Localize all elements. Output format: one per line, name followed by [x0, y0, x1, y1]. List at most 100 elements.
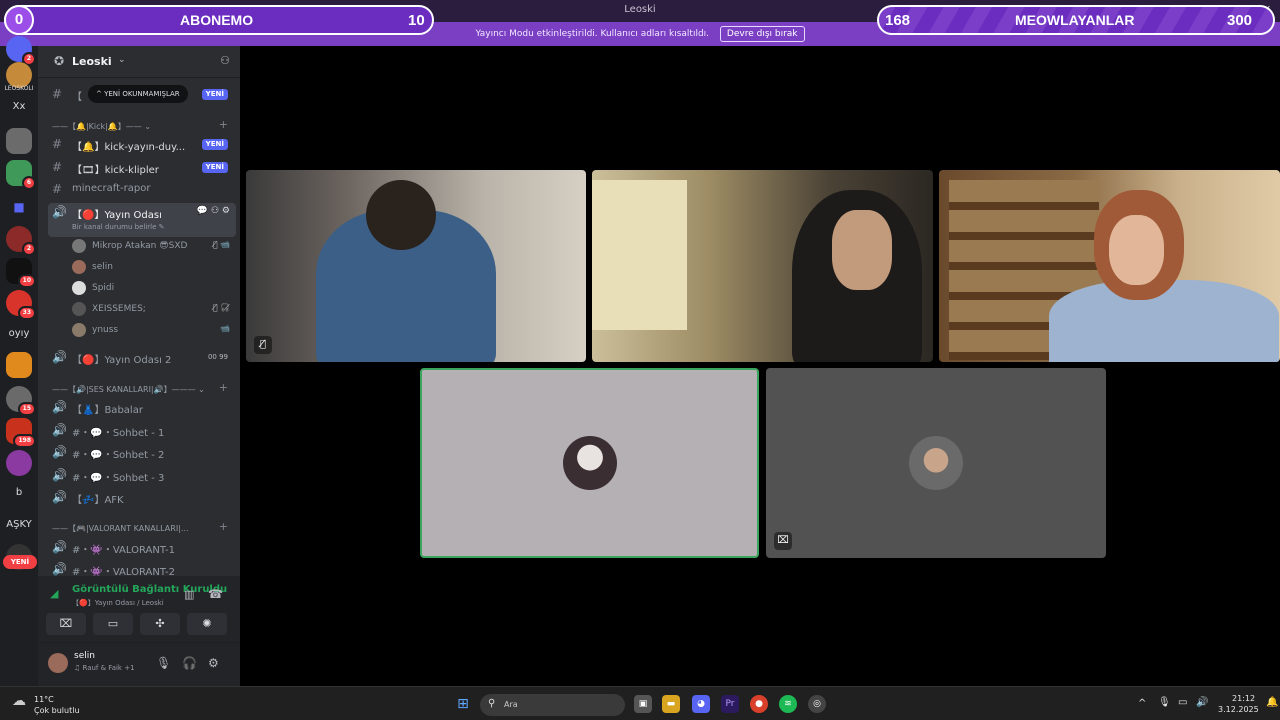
active-voice-channel[interactable]: 🔊 【🔴】Yayın Odası Bir kanal durumu belirl… — [48, 203, 236, 237]
premiere-icon[interactable]: Pr — [721, 695, 739, 713]
voice-channel-item[interactable]: 🔊 【💤】AFK — [48, 488, 236, 508]
add-channel-icon[interactable]: + — [219, 520, 228, 533]
speaker-icon: 🔊 — [52, 490, 67, 504]
participant-face — [832, 210, 892, 290]
speaker-icon: 🔊 — [52, 400, 67, 414]
clock-time[interactable]: 21:12 — [1232, 694, 1255, 703]
avatar-tile[interactable]: ⌧ — [766, 368, 1106, 558]
tray-volume-icon[interactable]: 🔊 — [1196, 697, 1208, 708]
voice-member[interactable]: ynuss 📹 — [72, 320, 236, 340]
mute-icon[interactable]: 🎙 — [156, 656, 171, 670]
task-view-icon[interactable]: ▣ — [634, 695, 652, 713]
server-icon-13[interactable] — [6, 450, 32, 476]
server-header[interactable]: ✪ Leoski ⌄ ⚇ — [38, 46, 240, 78]
settings-gear-icon[interactable]: ⚙ — [208, 656, 219, 670]
new-unreads-pill[interactable]: YENİ — [3, 555, 37, 569]
server-icon-7[interactable]: 10 — [6, 258, 36, 288]
signal-icon[interactable]: ◢ — [50, 587, 58, 600]
discord-icon[interactable]: ◕ — [692, 695, 710, 713]
speaker-icon: 🔊 — [52, 540, 67, 554]
video-tile[interactable]: 🎙̸ — [246, 170, 586, 362]
folder-icon[interactable]: ■ — [6, 194, 32, 220]
add-channel-icon[interactable]: + — [219, 381, 228, 394]
channel-item[interactable]: # 【🎞】kick-klipler YENİ — [48, 158, 236, 178]
server-icon-11[interactable]: 15 — [6, 386, 36, 416]
category-ses[interactable]: ——【🔊|SES KANALLARI|🔊】——— ⌄ — [52, 384, 205, 395]
taskbar-search[interactable]: ⚲ Ara — [480, 694, 625, 716]
camera-off-icon: ⌧ — [774, 532, 792, 550]
server-label-oyiy[interactable]: oyıy — [0, 328, 38, 339]
category-kick[interactable]: ——【🔔|Kick|🔔】—— ⌄ — [52, 121, 151, 132]
voice-channel-item[interactable]: 🔊 【👗】Babalar — [48, 398, 236, 418]
new-unreads-tooltip[interactable]: ^ YENİ OKUNMAMIŞLAR — [88, 85, 188, 103]
channel-actions-icon[interactable]: 💬 ⚇ ⚙ — [197, 206, 230, 216]
voice-member[interactable]: XEISSEMES; 🎙̸ 🎧̸ — [72, 299, 236, 319]
deafen-icon[interactable]: 🎧 — [182, 656, 197, 670]
server-icon-3[interactable] — [6, 128, 32, 154]
server-icon-12[interactable]: 198 — [6, 418, 36, 448]
voice-channel-item[interactable]: 🔊 #・💬・Sohbet - 2 — [48, 443, 236, 463]
weather-temp[interactable]: 11°C — [34, 695, 54, 704]
voice-member[interactable]: Mikrop Atakan 😎SXD 🎙̸ 📹 — [72, 236, 236, 256]
channel-status[interactable]: Bir kanal durumu belirle ✎ — [72, 223, 165, 231]
activities-button[interactable]: ✣ — [140, 613, 180, 635]
camera-off-button[interactable]: ⌧ — [46, 613, 86, 635]
spotify-icon[interactable]: ≋ — [779, 695, 797, 713]
channel-item[interactable]: # 【🔔】kick-yayın-duy... YENİ — [48, 135, 236, 155]
server-badge: 6 — [21, 176, 36, 190]
weather-desc[interactable]: Çok bulutlu — [34, 706, 80, 715]
chrome-icon[interactable]: ● — [750, 695, 768, 713]
voice-channel-item[interactable]: 🔊 【🔴】Yayın Odası 2 00 99 — [48, 348, 236, 368]
obs-icon[interactable]: ◎ — [808, 695, 826, 713]
clock-date[interactable]: 3.12.2025 — [1218, 705, 1259, 714]
server-label-asky[interactable]: AŞKY — [0, 519, 38, 530]
member-status-icons: 🎙̸ 📹 — [212, 240, 230, 249]
participant-avatar — [909, 436, 963, 490]
connection-status[interactable]: Görüntülü Bağlantı Kuruldu — [72, 584, 227, 595]
chevron-down-icon: ⌄ — [118, 55, 126, 65]
notification-bell-icon[interactable]: 🔔 — [1266, 697, 1278, 708]
channel-item[interactable]: # minecraft-rapor — [48, 180, 236, 200]
voice-channel-item[interactable]: 🔊 #・💬・Sohbet - 1 — [48, 421, 236, 441]
sub-goal-start: 0 — [4, 5, 34, 35]
noise-suppression-icon[interactable]: ▥ — [184, 588, 194, 601]
category-valorant[interactable]: ——【🎮|VALORANT KANALLARI|... — [52, 523, 189, 534]
cloud-icon: ☁ — [12, 693, 26, 709]
add-channel-icon[interactable]: + — [219, 118, 228, 131]
disconnect-icon[interactable]: ☎ — [208, 587, 223, 601]
participant-head — [366, 180, 436, 250]
new-badge: YENİ — [201, 139, 228, 150]
disable-streamer-mode-button[interactable]: Devre dışı bırak — [719, 25, 805, 42]
server-badge: 33 — [17, 306, 36, 320]
voice-member[interactable]: selin — [72, 257, 236, 277]
connection-location[interactable]: 【🔴】Yayın Odası / Leoski — [72, 598, 164, 608]
server-icon-8[interactable]: 33 — [6, 290, 36, 320]
server-icon-1[interactable]: 2 — [6, 36, 36, 66]
user-avatar[interactable] — [48, 653, 68, 673]
voice-member[interactable]: Spidi — [72, 278, 236, 298]
windows-start-icon[interactable]: ⊞ — [454, 695, 472, 713]
user-name[interactable]: selin — [74, 651, 95, 661]
speaker-icon: 🔊 — [52, 445, 67, 459]
hash-icon: # — [52, 137, 63, 151]
server-label-xx[interactable]: Xx — [0, 101, 38, 112]
tray-chevron-icon[interactable]: ^ — [1138, 698, 1146, 709]
video-tile[interactable] — [939, 170, 1280, 362]
server-icon-10[interactable] — [6, 352, 32, 378]
voice-channel-item[interactable]: 🔊 #・💬・Sohbet - 3 — [48, 466, 236, 486]
tray-network-icon[interactable]: ▭ — [1178, 697, 1187, 708]
user-activity: ♫ Rauf & Faik +1 — [74, 664, 135, 672]
server-icon-6[interactable]: 2 — [6, 226, 36, 256]
server-rail: 2 LEOSKOLI Xx 6 ■ 2 10 33 oyıy 15 198 b … — [0, 36, 38, 686]
soundboard-button[interactable]: ✺ — [187, 613, 227, 635]
speaking-avatar-tile[interactable] — [420, 368, 759, 558]
bookshelf-light — [592, 180, 687, 330]
voice-channel-item[interactable]: 🔊 #・👾・VALORANT-1 — [48, 538, 236, 558]
screen-share-button[interactable]: ▭ — [93, 613, 133, 635]
add-member-icon[interactable]: ⚇ — [220, 54, 230, 67]
file-explorer-icon[interactable]: ▬ — [662, 695, 680, 713]
tray-mic-icon[interactable]: 🎙 — [1158, 697, 1171, 708]
server-label-b[interactable]: b — [0, 487, 38, 498]
server-icon-4[interactable]: 6 — [6, 160, 36, 190]
video-tile[interactable] — [592, 170, 933, 362]
